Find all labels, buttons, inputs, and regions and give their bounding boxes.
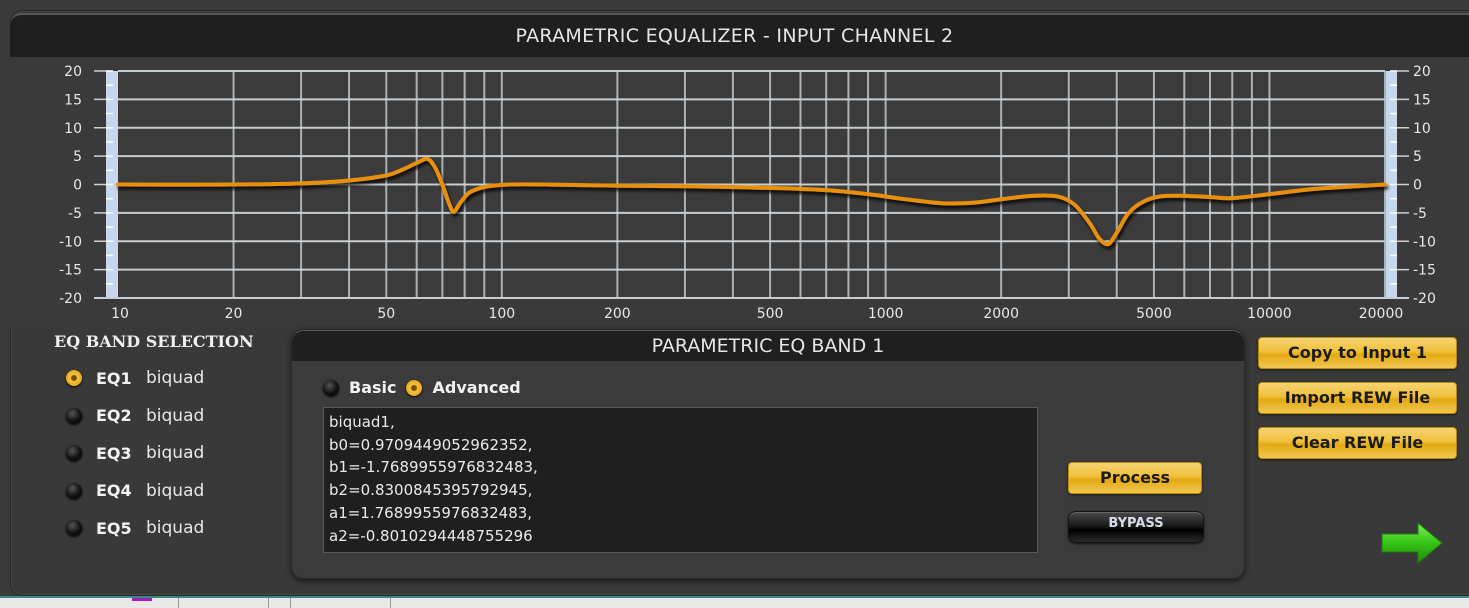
y-tick-label-right: 20 (1413, 64, 1431, 80)
y-tick-label-left: 10 (64, 121, 82, 137)
band-radio[interactable] (66, 370, 82, 386)
band-selection-title: EQ BAND SELECTION (54, 332, 254, 351)
window-title: PARAMETRIC EQUALIZER - INPUT CHANNEL 2 (515, 25, 954, 47)
y-tick-label-left: 20 (64, 64, 82, 80)
band-type: biquad (146, 368, 205, 388)
band-row-eq5[interactable]: EQ5 biquad (66, 516, 204, 540)
y-tick-label-left: -10 (59, 234, 82, 250)
y-tick-label-left: -5 (68, 206, 82, 222)
y-tick-label-right: 5 (1413, 149, 1422, 165)
mode-basic-radio[interactable] (323, 379, 339, 396)
eq-graph-area: 20 20 15 15 10 10 5 5 0 0 -5 -5 -10 -10 -15 -15 -20 -20 10… (10, 57, 1469, 327)
band-radio[interactable] (66, 445, 82, 461)
y-tick-label-left: -20 (59, 291, 82, 307)
y-tick-label-right: -20 (1413, 291, 1436, 307)
clear-rew-file-button[interactable]: Clear REW File (1258, 427, 1457, 459)
next-arrow-icon[interactable] (1380, 520, 1446, 566)
y-tick-label-right: -15 (1413, 263, 1436, 279)
band-type: biquad (146, 405, 205, 426)
mode-advanced-label[interactable]: Advanced (432, 378, 520, 397)
x-tick-label: 100 (488, 306, 515, 322)
band-label: EQ1 (96, 368, 132, 388)
taskbar (0, 596, 1469, 608)
x-tick-label: 2000 (983, 306, 1019, 322)
y-tick-label-right: 15 (1413, 92, 1431, 108)
band-type: biquad (146, 443, 205, 463)
band-label: EQ5 (96, 518, 132, 538)
band-radio[interactable] (66, 482, 82, 499)
band-type: biquad (146, 518, 205, 538)
band-label: EQ2 (96, 406, 132, 425)
band-label: EQ4 (96, 481, 132, 500)
x-tick-label: 500 (757, 306, 784, 322)
y-tick-label-left: 5 (73, 149, 82, 165)
y-tick-label-left: -15 (59, 263, 82, 279)
band-panel-header: PARAMETRIC EQ BAND 1 (292, 330, 1244, 361)
x-tick-label: 10000 (1247, 306, 1292, 322)
band-panel: PARAMETRIC EQ BAND 1 Basic Advanced Proc… (291, 329, 1245, 579)
x-tick-label: 20 (225, 306, 243, 322)
mode-advanced-radio[interactable] (406, 379, 423, 396)
window-titlebar: PARAMETRIC EQUALIZER - INPUT CHANNEL 2 (10, 13, 1469, 59)
x-tick-label: 50 (377, 306, 395, 322)
band-row-eq4[interactable]: EQ4 biquad (66, 479, 204, 503)
y-tick-label-right: -5 (1413, 206, 1427, 222)
x-tick-label: 1000 (868, 306, 904, 322)
y-tick-label-right: -10 (1413, 234, 1436, 250)
band-label: EQ3 (96, 443, 132, 463)
band-radio[interactable] (66, 520, 82, 536)
x-tick-label: 200 (604, 306, 631, 322)
band-type: biquad (146, 480, 205, 501)
import-rew-file-button[interactable]: Import REW File (1258, 382, 1457, 414)
band-row-eq2[interactable]: EQ2 biquad (66, 404, 204, 428)
y-tick-label-right: 0 (1413, 178, 1422, 194)
bypass-button[interactable]: BYPASS (1068, 511, 1204, 543)
band-radio[interactable] (66, 407, 82, 424)
copy-to-input-button[interactable]: Copy to Input 1 (1258, 337, 1457, 369)
x-tick-label: 5000 (1136, 306, 1172, 322)
x-tick-label: 10 (111, 306, 129, 322)
coefficients-textarea[interactable] (323, 407, 1038, 553)
x-tick-label: 20000 (1359, 306, 1404, 322)
band-row-eq1[interactable]: EQ1 biquad (66, 366, 204, 390)
band-row-eq3[interactable]: EQ3 biquad (66, 441, 204, 465)
y-tick-label-left: 15 (64, 92, 82, 108)
band-panel-title: PARAMETRIC EQ BAND 1 (651, 335, 885, 357)
y-tick-label-left: 0 (73, 178, 82, 194)
process-button[interactable]: Process (1068, 462, 1202, 494)
mode-selector: Basic Advanced (323, 378, 531, 397)
taskbar-indicator (132, 598, 152, 601)
eq-response-chart[interactable]: 20 2015 1510 105 50 0-5 -5-10 -10-15 -15-20 -2010… (10, 57, 1469, 327)
y-tick-label-right: 10 (1413, 121, 1431, 137)
mode-basic-label[interactable]: Basic (349, 378, 396, 397)
